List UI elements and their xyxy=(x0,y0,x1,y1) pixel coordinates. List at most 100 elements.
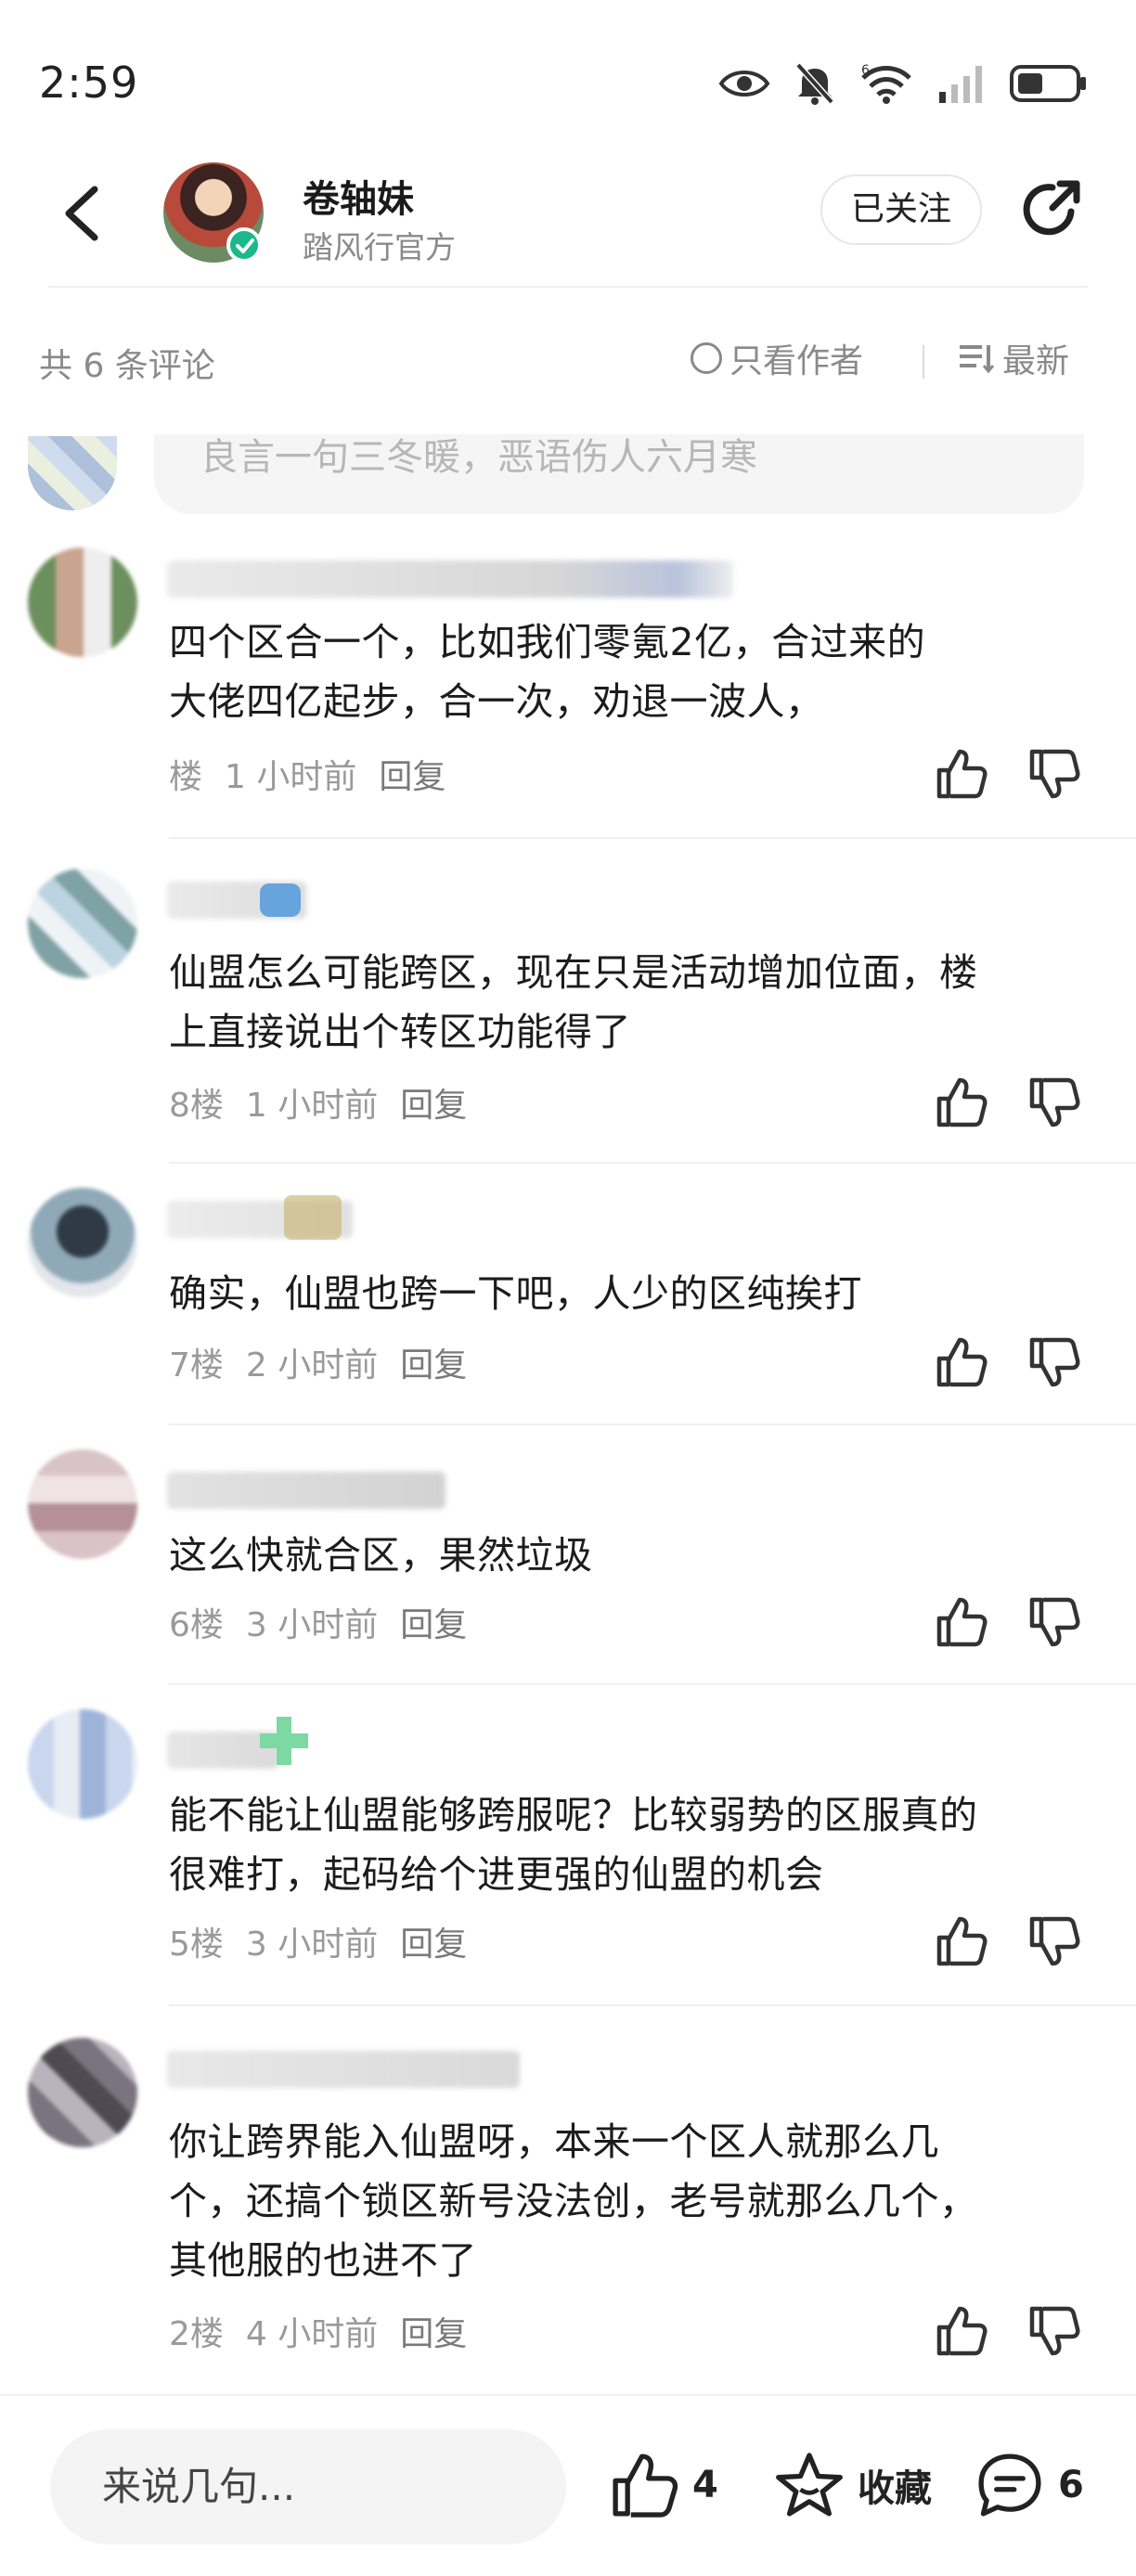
comment-divider xyxy=(169,2004,1136,2006)
commenter-name[interactable] xyxy=(167,560,733,598)
like-count: 4 xyxy=(692,2464,718,2506)
comment-text: 确实，仙盟也跨一下吧，人少的区纯挨打 xyxy=(169,1264,1097,1323)
sort-icon xyxy=(960,345,995,374)
follow-button[interactable]: 已关注 xyxy=(820,174,982,245)
comment-count-bottom: 6 xyxy=(1058,2464,1084,2506)
share-button[interactable] xyxy=(1017,174,1088,245)
comment-line: 大佬四亿起步，合一次，劝退一波人， xyxy=(169,679,824,724)
comment-line: 四个区合一个，比如我们零氪2亿，合过来的 xyxy=(169,620,926,664)
status-icons: 6 xyxy=(718,61,1088,106)
back-button[interactable] xyxy=(54,176,110,251)
comment-line: 其他服的也进不了 xyxy=(169,2238,477,2283)
comment-meta: 2楼 4 小时前 回复 xyxy=(169,2307,467,2355)
comment-icon xyxy=(978,2454,1041,2517)
like-icon[interactable] xyxy=(932,1333,991,1392)
bell-muted-icon xyxy=(795,62,834,105)
commenter-name[interactable] xyxy=(167,2051,520,2088)
commenter-avatar[interactable] xyxy=(28,1449,137,1559)
comment-line: 很难打，起码给个进更强的仙盟的机会 xyxy=(169,1852,824,1897)
commenter-badge-icon xyxy=(284,1195,342,1240)
like-icon[interactable] xyxy=(932,1592,991,1652)
filter-separator xyxy=(923,345,924,379)
comment-meta: 楼 1 小时前 回复 xyxy=(169,750,445,798)
sort-label: 最新 xyxy=(1002,342,1070,380)
eye-icon xyxy=(718,71,770,97)
comment-divider xyxy=(169,1162,1136,1164)
back-icon xyxy=(65,186,98,241)
commenter-avatar[interactable] xyxy=(28,547,137,657)
comment-line: 上直接说出个转区功能得了 xyxy=(169,1010,631,1054)
avatar[interactable] xyxy=(28,436,117,510)
like-icon[interactable] xyxy=(932,1912,991,1971)
status-time: 2:59 xyxy=(39,58,139,108)
thumbs-up-icon xyxy=(613,2454,678,2518)
comment-input[interactable]: 来说几句... xyxy=(50,2429,566,2544)
comment-line: 个，还搞个锁区新号没法创，老号就那么几个， xyxy=(169,2179,978,2223)
floor-label: 5楼 xyxy=(169,1926,224,1964)
favorite-label: 收藏 xyxy=(858,2467,932,2510)
comment-text: 这么快就合区，果然垃圾 xyxy=(169,1526,1097,1585)
floor-label: 楼 xyxy=(169,758,203,796)
reply-button[interactable]: 回复 xyxy=(379,750,445,798)
like-icon[interactable] xyxy=(932,744,991,804)
commenter-avatar[interactable] xyxy=(28,1188,137,1297)
dislike-icon[interactable] xyxy=(1025,744,1084,804)
like-icon[interactable] xyxy=(932,2301,991,2361)
floor-label: 7楼 xyxy=(169,1346,224,1385)
reply-button[interactable]: 回复 xyxy=(400,1338,467,1386)
comment-text: 能不能让仙盟能够跨服呢？比较弱势的区服真的 很难打，起码给个进更强的仙盟的机会 xyxy=(169,1785,1097,1904)
commenter-name[interactable] xyxy=(167,1472,445,1509)
dislike-icon[interactable] xyxy=(1025,1912,1084,1971)
author-only-label: 只看作者 xyxy=(729,342,864,380)
comment-meta: 7楼 2 小时前 回复 xyxy=(169,1338,467,1386)
comment-text: 四个区合一个，比如我们零氪2亿，合过来的 大佬四亿起步，合一次，劝退一波人， xyxy=(169,612,1097,731)
bottom-action-bar: 来说几句... 4 收藏 6 xyxy=(0,2394,1136,2576)
header-divider xyxy=(48,286,1088,288)
reply-input[interactable]: 良言一句三冬暖，恶语伤人六月寒 xyxy=(154,434,1084,514)
favorite-button[interactable]: 收藏 xyxy=(774,2450,932,2520)
comments-button[interactable]: 6 xyxy=(975,2450,1084,2520)
comment-line: 确实，仙盟也跨一下吧，人少的区纯挨打 xyxy=(169,1271,862,1316)
comment-time: 1 小时前 xyxy=(245,1087,379,1125)
floor-label: 6楼 xyxy=(169,1606,224,1644)
comment-line: 这么快就合区，果然垃圾 xyxy=(169,1533,593,1578)
commenter-avatar[interactable] xyxy=(28,1709,137,1819)
wifi-badge: 6 xyxy=(861,63,870,78)
post-header: 卷轴妹 踏风行官方 已关注 xyxy=(0,148,1136,288)
author-only-toggle[interactable]: 只看作者 xyxy=(691,334,863,382)
comment-divider xyxy=(169,837,1136,839)
comment-text: 仙盟怎么可能跨区，现在只是活动增加位面，楼 上直接说出个转区功能得了 xyxy=(169,943,1097,1062)
reply-button[interactable]: 回复 xyxy=(400,1078,467,1127)
verified-icon xyxy=(236,238,254,253)
comment-time: 3 小时前 xyxy=(245,1926,379,1964)
comment-time: 4 小时前 xyxy=(245,2315,379,2353)
comment-line: 你让跨界能入仙盟呀，本来一个区人就那么几 xyxy=(169,2119,939,2164)
commenter-avatar[interactable] xyxy=(28,869,137,978)
comment-meta: 6楼 3 小时前 回复 xyxy=(169,1598,467,1646)
comment-divider xyxy=(169,1423,1136,1425)
comment-text: 你让跨界能入仙盟呀，本来一个区人就那么几 个，还搞个锁区新号没法创，老号就那么几… xyxy=(169,2112,1097,2290)
signal-icon xyxy=(939,66,982,103)
status-bar: 2:59 6 xyxy=(0,0,1136,139)
like-post-button[interactable]: 4 xyxy=(609,2450,718,2520)
dislike-icon[interactable] xyxy=(1025,1073,1084,1132)
reply-button[interactable]: 回复 xyxy=(400,2307,467,2355)
dislike-icon[interactable] xyxy=(1025,1592,1084,1652)
commenter-badge-icon xyxy=(260,883,301,917)
commenter-badge-icon xyxy=(260,1717,308,1765)
comment-meta: 5楼 3 小时前 回复 xyxy=(169,1917,467,1965)
floor-label: 2楼 xyxy=(169,2315,224,2353)
share-icon xyxy=(1023,180,1080,236)
reply-button[interactable]: 回复 xyxy=(400,1598,467,1646)
author-subtitle: 踏风行官方 xyxy=(303,229,456,265)
like-icon[interactable] xyxy=(932,1073,991,1132)
reply-button[interactable]: 回复 xyxy=(400,1917,467,1965)
comment-divider xyxy=(169,1683,1136,1685)
dislike-icon[interactable] xyxy=(1025,2301,1084,2361)
sort-button[interactable]: 最新 xyxy=(958,334,1069,382)
author-name[interactable]: 卷轴妹 xyxy=(303,169,414,223)
comment-time: 1 小时前 xyxy=(225,758,357,796)
commenter-avatar[interactable] xyxy=(28,2038,137,2147)
dislike-icon[interactable] xyxy=(1025,1333,1084,1392)
battery-icon xyxy=(1010,65,1086,102)
